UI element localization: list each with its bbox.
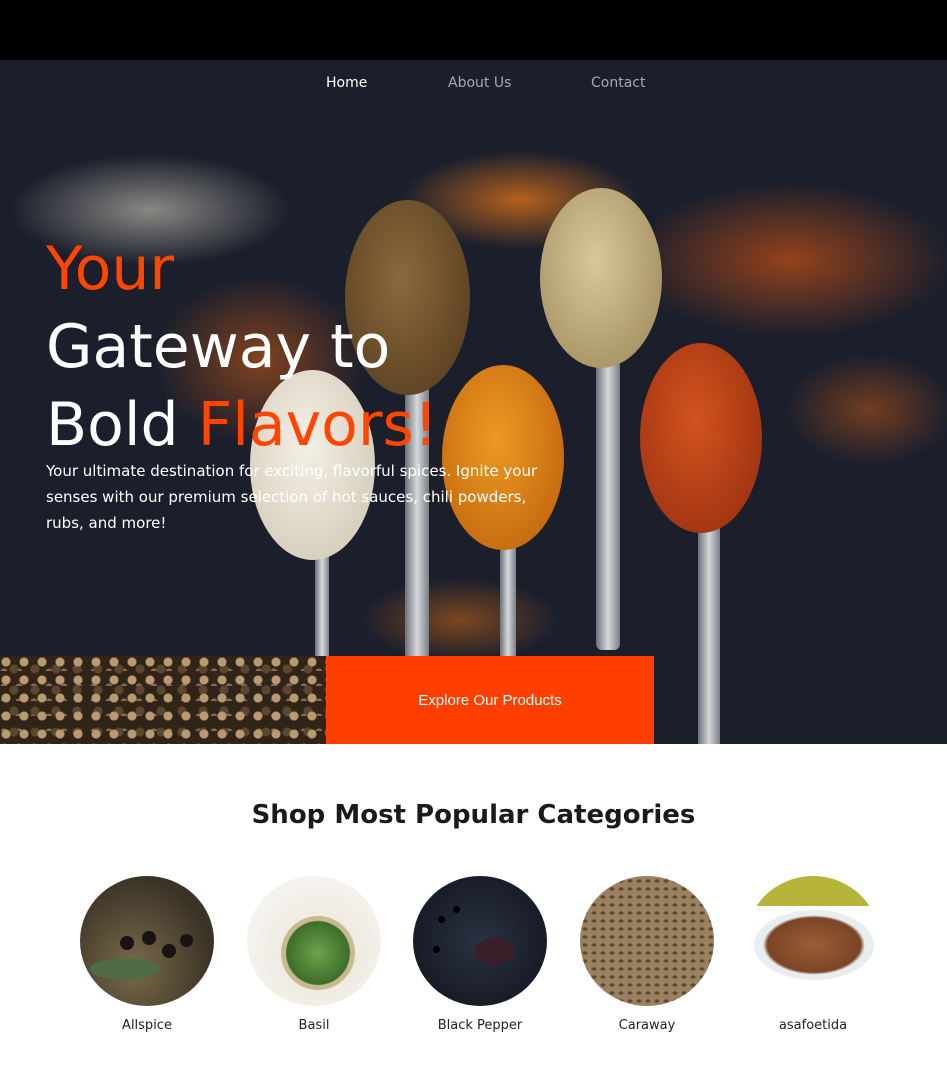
category-label: Allspice xyxy=(122,1018,172,1033)
hero-title-line-1: Your xyxy=(46,234,175,304)
category-black-pepper[interactable]: Black Pepper xyxy=(413,876,547,1033)
nav-link-about-us[interactable]: About Us xyxy=(448,75,511,91)
category-basil[interactable]: Basil xyxy=(247,876,381,1033)
category-label: Basil xyxy=(298,1018,330,1033)
black-pepper-image xyxy=(413,876,547,1006)
main-nav: Home About Us Contact xyxy=(0,75,947,97)
category-label: Caraway xyxy=(618,1018,676,1033)
peppercorn-image xyxy=(0,656,326,744)
asafoetida-image xyxy=(746,876,880,1006)
hero-title-accent: Flavors! xyxy=(197,390,438,460)
category-asafoetida[interactable]: asafoetida xyxy=(746,876,880,1033)
category-label: Black Pepper xyxy=(437,1018,523,1033)
allspice-image xyxy=(80,876,214,1006)
categories-title: Shop Most Popular Categories xyxy=(251,800,696,830)
explore-products-button[interactable]: Explore Our Products xyxy=(326,656,654,744)
nav-link-home[interactable]: Home xyxy=(326,75,367,91)
category-allspice[interactable]: Allspice xyxy=(80,876,214,1033)
top-bar xyxy=(0,0,947,60)
basil-image xyxy=(247,876,381,1006)
category-label: asafoetida xyxy=(778,1018,848,1033)
hero-section: Home About Us Contact Your Gateway to Bo… xyxy=(0,60,947,744)
nav-link-contact[interactable]: Contact xyxy=(591,75,645,91)
hero-title-line-3: Bold xyxy=(46,390,198,460)
category-caraway[interactable]: Caraway xyxy=(580,876,714,1033)
hero-description: Your ultimate destination for exciting, … xyxy=(46,462,538,532)
hero-title-line-2: Gateway to xyxy=(46,312,391,382)
caraway-image xyxy=(580,876,714,1006)
hero-title: Your Gateway to Bold Flavors! xyxy=(46,230,606,464)
